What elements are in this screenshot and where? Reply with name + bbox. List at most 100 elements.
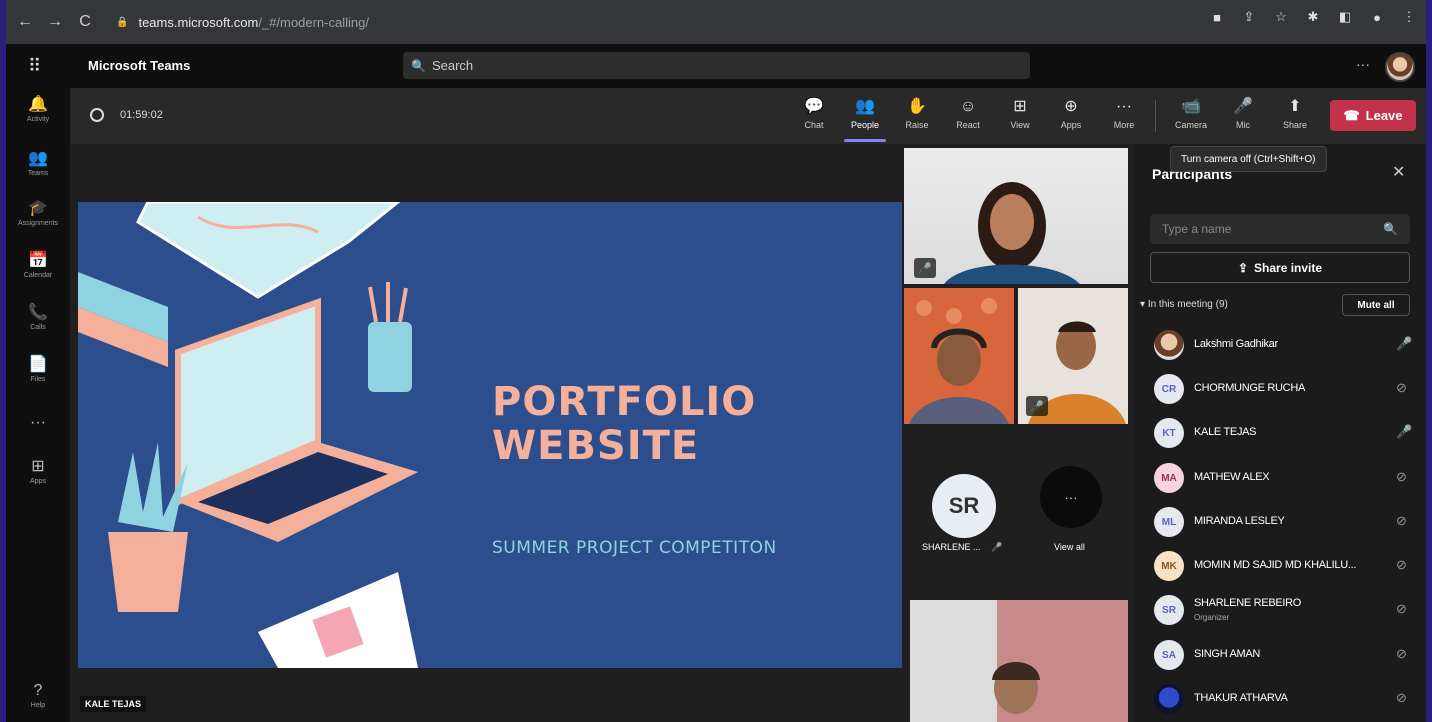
browser-menu-icon[interactable]: ⋮ [1402,9,1416,24]
raise-hand-button[interactable]: ✋ Raise [893,96,941,130]
sr-avatar[interactable]: SR [932,474,996,538]
search-placeholder: Search [431,58,474,73]
avatar: ML [1154,507,1184,537]
rail-label: Help [30,702,46,709]
chevron-down-icon: ▾ [1140,299,1146,310]
teams-header: ⠿ Microsoft Teams 🔍 Search ··· [6,44,1426,88]
camera-icon: 📹 [1181,98,1201,115]
mute-all-button[interactable]: Mute all [1342,294,1410,316]
mic-muted-icon: 🎤 [991,542,1003,552]
header-more-icon[interactable]: ··· [1356,56,1370,72]
rail-item-apps[interactable]: ⊞ Apps [6,458,70,485]
mic-label: Mic [1236,120,1250,130]
participant-name: CHORMUNGE RUCHA [1194,382,1306,394]
participant-row[interactable]: MK MOMIN MD SAJID MD KHALILU... ⊘ [1150,547,1420,587]
slide-title-line2: WEBSITE [492,423,700,469]
presenter-name-tag: KALE TEJAS [80,696,147,712]
avatar [1154,330,1184,360]
sidepanel-icon[interactable]: ◧ [1338,9,1352,24]
share-invite-button[interactable]: ⇪ Share invite [1150,252,1410,283]
mic-muted-icon: ⊘ [1396,690,1407,705]
participant-search-input[interactable]: Type a name 🔍 [1150,214,1410,244]
forward-icon[interactable]: → [44,11,66,33]
participant-row[interactable]: KT KALE TEJAS 🎤 [1150,414,1420,454]
meeting-info-icon[interactable] [90,108,104,122]
app-launcher-icon[interactable]: ⠿ [28,56,41,77]
rail-item-files[interactable]: 📄 Files [6,356,70,383]
grid-view-icon: ⊞ [1013,98,1027,115]
slide-illustration [78,202,418,668]
people-button[interactable]: 👥 People [841,96,889,130]
app-title: Microsoft Teams [88,58,191,73]
address-bar[interactable]: 🔒 teams.microsoft.com /_#/modern-calling… [116,8,1196,36]
participant-name: MATHEW ALEX [1194,471,1270,483]
leave-button[interactable]: ☎ Leave [1330,100,1416,131]
chat-button[interactable]: 💬 Chat [790,96,838,130]
profile-icon[interactable]: ● [1370,10,1384,25]
participants-panel: Participants ✕ Type a name 🔍 ⇪ Share inv… [1134,144,1426,722]
participant-row[interactable]: CR CHORMUNGE RUCHA ⊘ [1150,370,1420,410]
participant-video [909,298,1009,424]
search-icon: 🔍 [1383,222,1398,236]
app-rail: 🔔 Activity 👥 Teams 🎓 Assignments 📅 Calen… [6,88,70,722]
extensions-icon[interactable]: ✱ [1306,9,1320,24]
participant-row[interactable]: Lakshmi Gadhikar 🎤 [1150,326,1420,366]
mic-button[interactable]: 🎤 Mic [1219,96,1267,130]
rail-item-calendar[interactable]: 📅 Calendar [6,252,70,279]
share-label: Share [1282,120,1308,130]
rail-label: Teams [27,170,49,177]
in-meeting-toggle[interactable]: ▾ In this meeting (9) [1140,299,1228,310]
hand-icon: ✋ [907,98,927,115]
video-tile-4[interactable] [910,600,1128,722]
share-button[interactable]: ⬆ Share [1271,96,1319,130]
search-input[interactable]: 🔍 Search [403,52,1030,79]
rail-item-help[interactable]: ? Help [6,682,70,709]
people-icon: 👥 [855,98,875,115]
url-path: /_#/modern-calling/ [258,14,369,30]
camera-button[interactable]: 📹 Camera [1167,96,1215,130]
more-actions-button[interactable]: ··· More [1100,96,1148,130]
participant-row[interactable]: SR SHARLENE REBEIRO Organizer ⊘ [1150,591,1420,631]
view-button[interactable]: ⊞ View [996,96,1044,130]
video-tile-lakshmi[interactable]: 🎤 [904,148,1128,284]
avatar: SR [1154,595,1184,625]
mic-muted-icon: ⊘ [1396,557,1407,572]
rail-item-assignments[interactable]: 🎓 Assignments [6,200,70,227]
chat-icon: 💬 [804,98,824,115]
apps-icon: ⊞ [31,458,45,475]
toolbar-divider [1155,100,1156,132]
participant-row[interactable]: MA MATHEW ALEX ⊘ [1150,459,1420,499]
reload-icon[interactable]: C [74,11,96,33]
back-icon[interactable]: ← [14,11,36,33]
mic-muted-icon: ⊘ [1396,646,1407,661]
rail-item-teams[interactable]: 👥 Teams [6,150,70,177]
rail-item-activity[interactable]: 🔔 Activity [6,96,70,123]
camera-indicator-icon[interactable]: ■ [1210,10,1224,25]
video-tile-2[interactable] [904,288,1014,424]
mic-muted-icon: ⊘ [1396,380,1407,395]
view-all-button[interactable]: ··· [1040,466,1102,528]
participant-name: MOMIN MD SAJID MD KHALILU... [1194,559,1357,571]
rail-item-more[interactable]: ··· [6,414,70,432]
bookmark-star-icon[interactable]: ☆ [1274,9,1288,24]
mic-on-icon: 🎤 [914,258,936,278]
avatar: MK [1154,551,1184,581]
meeting-timer: 01:59:02 [120,109,163,121]
video-tile-3[interactable]: 🎤 [1018,288,1128,424]
people-label: People [850,120,880,130]
participant-row[interactable]: SA SINGH AMAN ⊘ [1150,636,1420,676]
participant-row[interactable]: THAKUR ATHARVA ⊘ [1150,680,1420,720]
video-grid: 🎤 🎤 SR SHARLENE ... 🎤 ··· View all [904,144,1134,722]
hangup-icon: ☎ [1343,107,1360,123]
more-icon: ··· [30,414,46,431]
react-button[interactable]: ☺ React [944,96,992,130]
participant-row[interactable]: ML MIRANDA LESLEY ⊘ [1150,503,1420,543]
share-page-icon[interactable]: ⇪ [1242,9,1256,24]
rail-item-calls[interactable]: 📞 Calls [6,304,70,331]
participant-search-placeholder: Type a name [1162,222,1232,236]
apps-button[interactable]: ⊕ Apps [1047,96,1095,130]
lock-icon: 🔒 [116,16,129,28]
files-icon: 📄 [28,356,48,373]
close-icon[interactable]: ✕ [1392,162,1405,182]
user-avatar[interactable] [1385,52,1415,82]
